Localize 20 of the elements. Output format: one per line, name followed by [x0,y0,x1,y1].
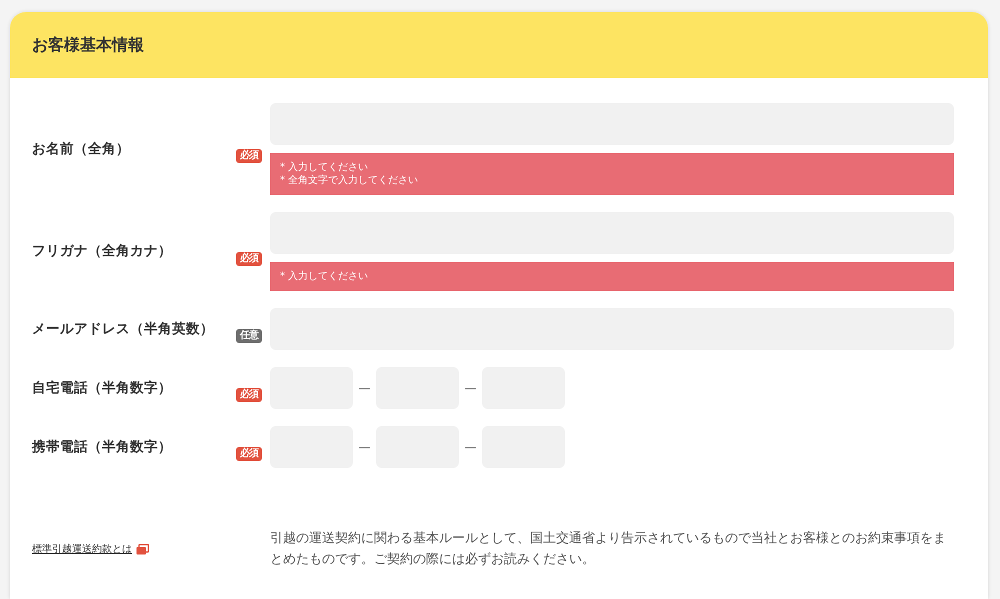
required-badge: 必須 [236,252,262,266]
field-label: フリガナ（全角カナ） [32,242,172,262]
external-window-icon [136,544,149,554]
field-label: 自宅電話（半角数字） [32,378,172,398]
dash-separator: — [358,439,372,456]
required-badge: 必須 [236,149,262,163]
dash-separator: — [464,380,478,397]
required-badge: 必須 [236,447,262,461]
section-title: お客様基本情報 [32,34,144,56]
required-badge: 必須 [236,388,262,402]
field-label: メールアドレス（半角英数） [32,320,214,339]
dash-separator: — [358,380,372,397]
dash-separator: — [464,439,478,456]
error-text: * 全角文字で入力してください [280,174,420,187]
field-label: 携帯電話（半角数字） [32,438,172,457]
field-label: お名前（全角） [32,140,130,159]
terms-description: 引越の運送契約に関わる基本ルールとして、国土交通省より告示されているもので当社とお客様とのお約束事項をまとめたものです。ご契約の際には必ずお読みください。 [270,530,947,569]
error-text: * 入力してください [280,161,370,174]
error-text: * 入力してください [280,270,370,283]
optional-badge: 任意 [236,329,262,343]
